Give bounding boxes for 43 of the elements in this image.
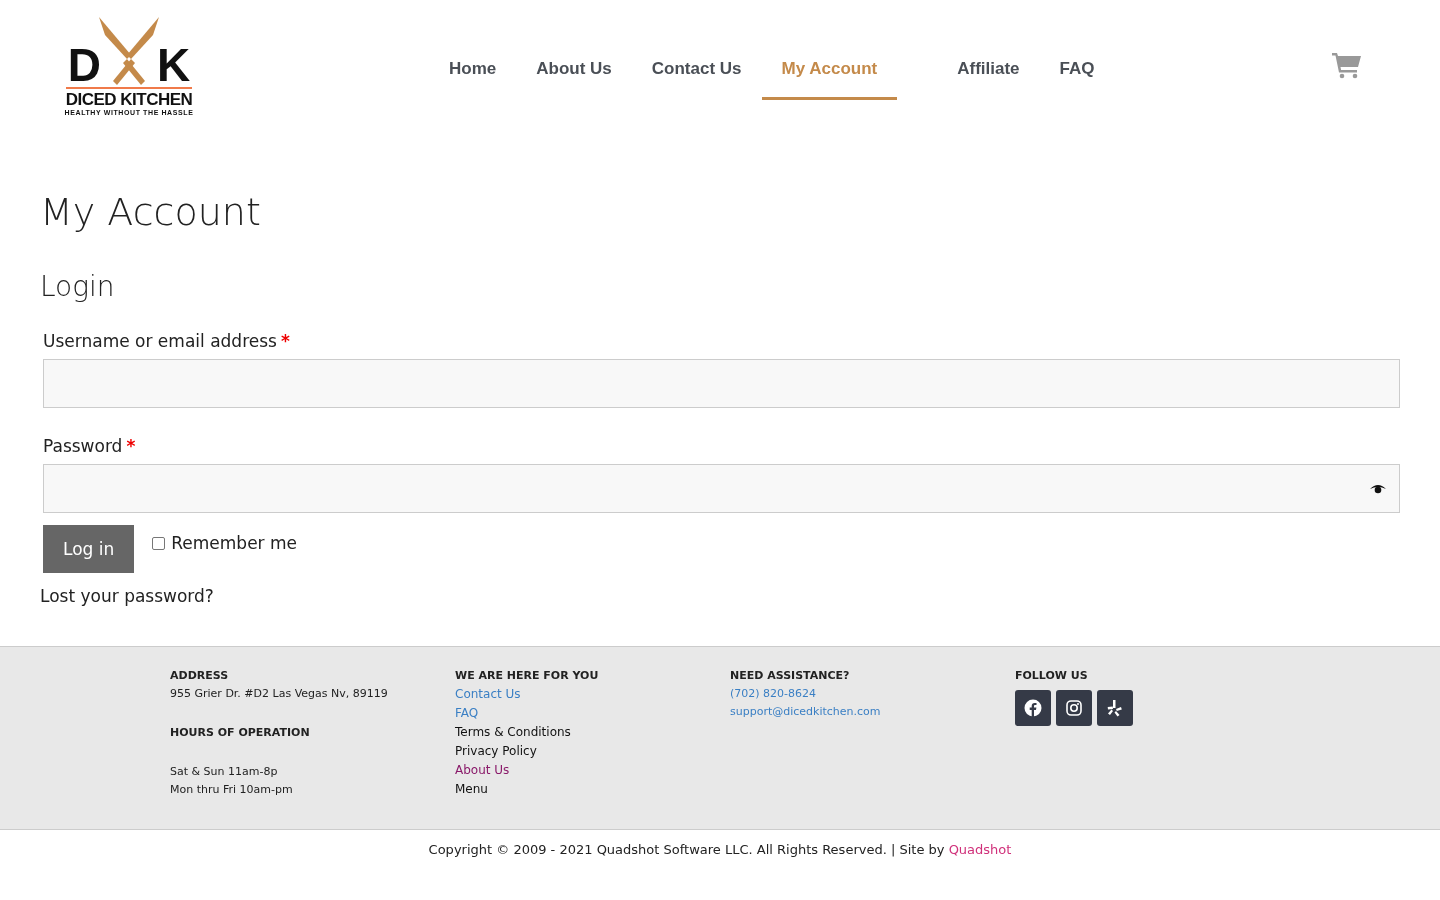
email-link[interactable]: support@dicedkitchen.com: [730, 705, 881, 718]
page-title: My Account: [40, 190, 262, 234]
footer-heading: WE ARE HERE FOR YOU: [455, 669, 599, 682]
footer-link[interactable]: Terms & Conditions: [455, 725, 571, 739]
username-field[interactable]: [43, 359, 1400, 408]
phone-link[interactable]: (702) 820-8624: [730, 687, 817, 700]
lost-password-link[interactable]: Lost your password?: [40, 586, 214, 606]
nav-link[interactable]: Affiliate: [937, 40, 1040, 100]
nav-link[interactable]: FAQ: [1039, 40, 1115, 100]
footer-link[interactable]: FAQ: [455, 706, 479, 720]
footer-heading: HOURS OF OPERATION: [170, 726, 310, 739]
footer-link[interactable]: About Us: [455, 763, 510, 777]
password-field[interactable]: [43, 464, 1400, 513]
eye-icon[interactable]: [1369, 482, 1387, 495]
instagram-icon[interactable]: [1056, 690, 1092, 726]
checkbox-label: Remember me: [171, 533, 297, 553]
login-button[interactable]: Log in: [43, 525, 135, 573]
site-credit-link[interactable]: Quadshot: [948, 842, 1012, 857]
cart-icon[interactable]: [1332, 51, 1362, 79]
footer-link[interactable]: Menu: [455, 782, 488, 796]
footer-heading: NEED ASSISTANCE?: [730, 669, 850, 682]
field-label: Username or email address: [43, 331, 277, 351]
address-text: 955 Grier Dr. #D2 Las Vegas Nv, 89119: [170, 687, 388, 700]
facebook-icon[interactable]: [1015, 690, 1051, 726]
logo-letter: D: [67, 42, 101, 87]
logo-name: DICED KITCHEN: [65, 86, 193, 109]
remember-checkbox[interactable]: [152, 536, 166, 550]
footer-heading: FOLLOW US: [1015, 669, 1088, 682]
hours-text: Sat & Sun 11am-8p: [170, 765, 278, 778]
copyright-text: Copyright © 2009 - 2021 Quadshot Software LLC. All Rights Reserved. | Site by Quadshot: [428, 842, 1012, 857]
footer-link[interactable]: Privacy Policy: [455, 744, 537, 758]
nav-link[interactable]: About Us: [516, 40, 632, 100]
section-heading: Login: [40, 270, 116, 303]
nav-link[interactable]: Home: [429, 40, 517, 100]
field-label: Password: [43, 436, 123, 456]
footer-link[interactable]: Contact Us: [455, 687, 521, 701]
hours-text: Mon thru Fri 10am-pm: [170, 783, 293, 796]
nav-link[interactable]: Contact Us: [631, 40, 762, 100]
yelp-icon[interactable]: [1097, 690, 1133, 726]
required-mark: *: [126, 436, 136, 456]
logo-letter: K: [157, 42, 191, 87]
required-mark: *: [280, 331, 290, 351]
footer-heading: ADDRESS: [170, 669, 229, 682]
